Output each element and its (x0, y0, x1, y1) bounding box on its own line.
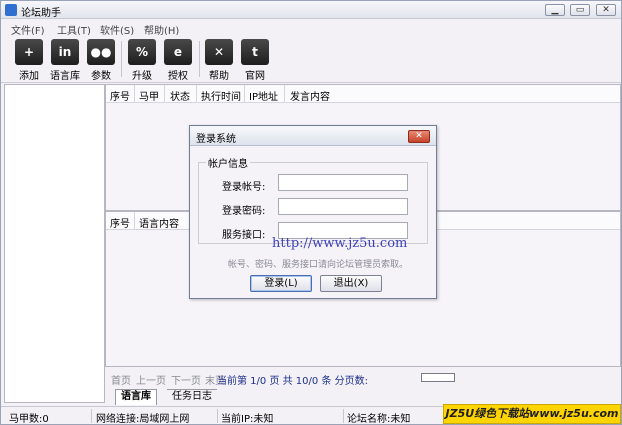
toolbar-params-button[interactable]: ●● 参数 (83, 37, 119, 82)
twitter-icon: t (241, 39, 269, 65)
toolbar-label: 添加 (19, 71, 39, 82)
account-input[interactable] (278, 174, 408, 191)
exit-button[interactable]: 退出(X) (320, 275, 382, 292)
login-button[interactable]: 登录(L) (250, 275, 312, 292)
toolbar-label: 帮助 (209, 71, 229, 82)
minimize-button[interactable]: ▁ (545, 4, 565, 16)
toolbar-separator (199, 41, 200, 77)
vest-list-pane[interactable] (4, 84, 105, 403)
tab-language-library[interactable]: 语言库 (115, 389, 157, 405)
status-ip: 当前IP:未知 (221, 414, 274, 425)
server-label: 服务接口: (222, 230, 266, 241)
watermark-url: http://www.jz5u.com (272, 236, 408, 251)
column-header-index[interactable]: 序号 (110, 88, 130, 103)
dialog-close-icon[interactable]: ✕ (408, 130, 430, 143)
close-button[interactable]: ✕ (596, 4, 616, 16)
pager-info: 当前第 1/0 页 共 10/0 条 分页数: (217, 376, 368, 387)
watermark-logo: JZ5U绿色下载站www.jz5u.com (443, 404, 621, 424)
column-header-index[interactable]: 序号 (110, 215, 130, 230)
password-input[interactable] (278, 198, 408, 215)
menu-bar: 文件(F) 工具(T) 软件(S) 帮助(H) (1, 20, 621, 37)
tab-task-log[interactable]: 任务日志 (167, 389, 217, 405)
column-divider[interactable] (134, 85, 135, 103)
column-divider[interactable] (134, 212, 135, 230)
column-divider[interactable] (244, 85, 245, 103)
status-separator (343, 409, 344, 423)
status-separator (91, 409, 92, 423)
column-header-language-content[interactable]: 语言内容 (139, 215, 179, 230)
toolbar-license-button[interactable]: e 授权 (160, 37, 196, 82)
bottom-tabs: 语言库 任务日志 (105, 387, 621, 405)
upgrade-icon: % (128, 39, 156, 65)
toolbar-separator (121, 41, 122, 77)
toolbar-upgrade-button[interactable]: % 升级 (124, 37, 160, 82)
status-vest-count: 马甲数:0 (9, 414, 49, 425)
maximize-button[interactable]: ▭ (570, 4, 590, 16)
toolbar-language-button[interactable]: in 语言库 (47, 37, 83, 82)
password-label: 登录密码: (222, 206, 266, 217)
toolbar-label: 授权 (168, 71, 188, 82)
column-header-content[interactable]: 发言内容 (290, 88, 330, 103)
toolbar: + 添加 in 语言库 ●● 参数 % 升级 e 授权 ✕ 帮助 t 官网 (1, 35, 621, 83)
toolbar-help-button[interactable]: ✕ 帮助 (201, 37, 237, 82)
column-divider[interactable] (164, 85, 165, 103)
account-label: 登录帐号: (222, 182, 266, 193)
status-separator (217, 409, 218, 423)
main-window: 论坛助手 ▁ ▭ ✕ 文件(F) 工具(T) 软件(S) 帮助(H) + 添加 … (0, 0, 622, 425)
window-title: 论坛助手 (21, 8, 61, 19)
pager-prev-link[interactable]: 上一页 (136, 372, 166, 387)
toolbar-label: 参数 (91, 71, 111, 82)
login-dialog: 登录系统 ✕ 帐户信息 登录帐号: 登录密码: 服务接口: http://www… (189, 125, 437, 299)
dialog-title-bar[interactable]: 登录系统 ✕ (190, 126, 436, 146)
account-info-label: 帐户信息 (206, 155, 250, 170)
toolbar-label: 语言库 (50, 71, 80, 82)
toolbar-website-button[interactable]: t 官网 (237, 37, 273, 82)
column-header-vest[interactable]: 马甲 (139, 88, 159, 103)
toolbar-label: 官网 (245, 71, 265, 82)
status-network: 网络连接:局域网上网 (96, 414, 190, 425)
dialog-hint: 帐号、密码、服务接口请向论坛管理员索取。 (228, 260, 409, 270)
column-header-ip[interactable]: IP地址 (249, 88, 278, 103)
task-grid-header: 序号 马甲 状态 执行时间 IP地址 发言内容 (106, 85, 620, 103)
page-size-input[interactable] (421, 373, 455, 382)
column-header-exec-time[interactable]: 执行时间 (201, 88, 241, 103)
column-divider[interactable] (284, 85, 285, 103)
license-icon: e (164, 39, 192, 65)
column-header-status[interactable]: 状态 (170, 88, 190, 103)
xing-icon: ✕ (205, 39, 233, 65)
title-bar[interactable]: 论坛助手 ▁ ▭ ✕ (1, 1, 621, 19)
status-forum: 论坛名称:未知 (347, 414, 411, 425)
pager-next-link[interactable]: 下一页 (171, 372, 201, 387)
add-user-icon: + (15, 39, 43, 65)
dialog-title: 登录系统 (196, 134, 236, 145)
flickr-icon: ●● (87, 39, 115, 65)
pager: 首页 上一页 下一页 末页 当前第 1/0 页 共 10/0 条 分页数: (105, 367, 621, 387)
pager-first-link[interactable]: 首页 (111, 372, 131, 387)
toolbar-add-button[interactable]: + 添加 (11, 37, 47, 82)
column-divider[interactable] (196, 85, 197, 103)
linkedin-icon: in (51, 39, 79, 65)
app-icon (5, 4, 17, 16)
toolbar-label: 升级 (132, 71, 152, 82)
